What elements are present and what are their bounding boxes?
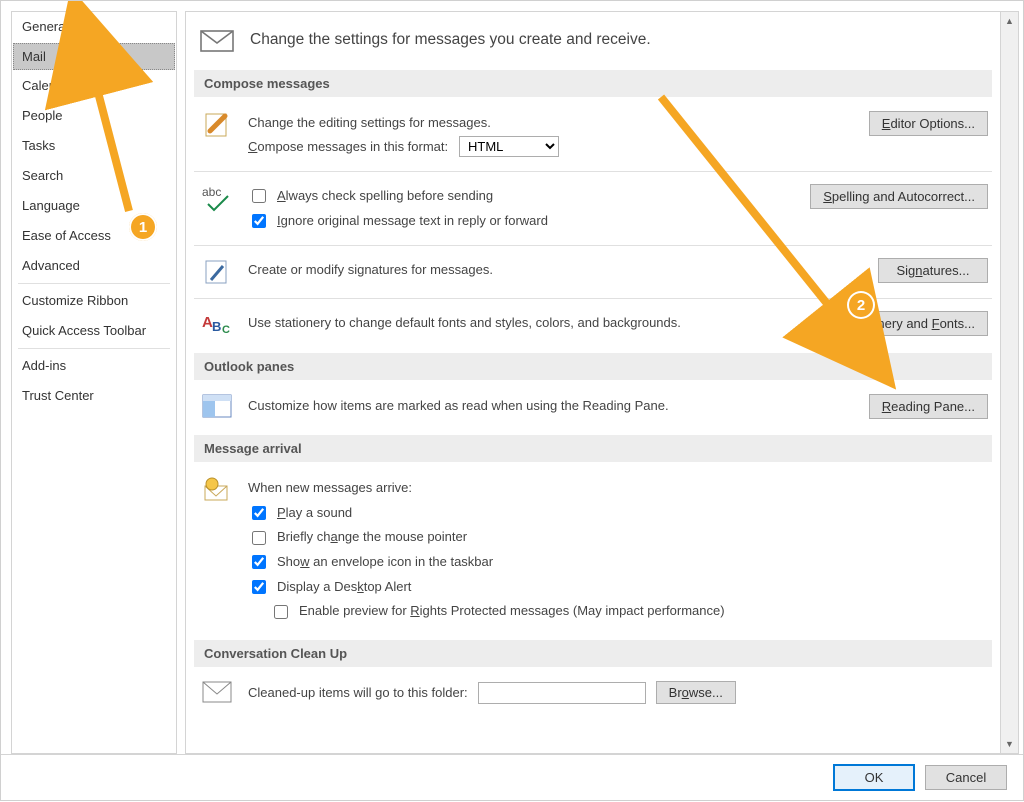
rights-preview-checkbox[interactable]: Enable preview for Rights Protected mess…: [248, 599, 992, 624]
edit-icon: [200, 111, 234, 139]
sidebar-item-add-ins[interactable]: Add-ins: [12, 351, 176, 381]
annotation-badge-2: 2: [847, 291, 875, 319]
content-wrap: Change the settings for messages you cre…: [185, 11, 1019, 754]
signature-icon: [200, 258, 234, 286]
sidebar-item-customize-ribbon[interactable]: Customize Ribbon: [12, 286, 176, 316]
sidebar-divider: [18, 283, 170, 284]
group-cleanup-body: Cleaned-up items will go to this folder:…: [186, 667, 1000, 709]
browse-button[interactable]: Browse...: [656, 681, 736, 704]
svg-text:abc: abc: [202, 185, 221, 199]
play-sound-checkbox[interactable]: Play a sound: [248, 501, 992, 526]
cancel-button[interactable]: Cancel: [925, 765, 1007, 790]
check-spelling-checkbox[interactable]: Always check spelling before sending: [248, 184, 796, 209]
sidebar-item-quick-access-toolbar[interactable]: Quick Access Toolbar: [12, 316, 176, 346]
editor-options-button[interactable]: Editor Options...: [869, 111, 988, 136]
group-arrival-body: When new messages arrive: Play a sound B…: [186, 462, 1000, 639]
scroll-up-arrow[interactable]: ▲: [1001, 12, 1018, 30]
group-compose-header: Compose messages: [194, 70, 992, 97]
group-panes-header: Outlook panes: [194, 353, 992, 380]
sidebar-item-people[interactable]: People: [12, 101, 176, 131]
row-editing-settings: Change the editing settings for messages…: [194, 107, 992, 163]
signatures-button[interactable]: Signatures...: [878, 258, 988, 283]
reading-pane-button[interactable]: Reading Pane...: [869, 394, 988, 419]
cleanup-folder-input[interactable]: [478, 682, 646, 704]
abc-check-icon: abc: [200, 184, 234, 212]
row-signatures: Create or modify signatures for messages…: [194, 245, 992, 290]
group-arrival-header: Message arrival: [194, 435, 992, 462]
fonts-abc-icon: ABC: [200, 311, 234, 337]
vertical-scrollbar[interactable]: ▲ ▼: [1001, 11, 1019, 754]
sidebar-item-mail[interactable]: Mail: [13, 43, 175, 70]
arrival-intro: When new messages arrive:: [248, 476, 992, 500]
category-sidebar: General Mail Calendar People Tasks Searc…: [11, 11, 177, 754]
envelope-outline-icon: [200, 681, 234, 703]
reading-pane-text: Customize how items are marked as read w…: [248, 398, 669, 413]
signatures-text: Create or modify signatures for messages…: [248, 262, 493, 277]
change-pointer-checkbox[interactable]: Briefly change the mouse pointer: [248, 525, 992, 550]
bell-envelope-icon: [200, 476, 234, 504]
sidebar-item-advanced[interactable]: Advanced: [12, 251, 176, 281]
pane-icon: [200, 394, 234, 418]
sidebar-item-calendar[interactable]: Calendar: [12, 71, 176, 101]
main-row: General Mail Calendar People Tasks Searc…: [1, 1, 1023, 754]
compose-format-label: Compose messages in this format:: [248, 139, 448, 154]
group-panes-body: Customize how items are marked as read w…: [186, 380, 1000, 435]
svg-text:C: C: [222, 324, 230, 336]
svg-text:B: B: [212, 319, 221, 334]
panel-header-text: Change the settings for messages you cre…: [250, 31, 651, 49]
group-cleanup-header: Conversation Clean Up: [194, 640, 992, 667]
row-cleanup: Cleaned-up items will go to this folder:…: [194, 677, 992, 709]
editing-settings-text: Change the editing settings for messages…: [248, 111, 855, 135]
mail-options-panel: Change the settings for messages you cre…: [185, 11, 1001, 754]
sidebar-item-trust-center[interactable]: Trust Center: [12, 381, 176, 411]
cleanup-text: Cleaned-up items will go to this folder:: [248, 681, 468, 705]
sidebar-item-search[interactable]: Search: [12, 161, 176, 191]
ok-button[interactable]: OK: [833, 764, 915, 791]
envelope-taskbar-checkbox[interactable]: Show an envelope icon in the taskbar: [248, 550, 992, 575]
panel-header: Change the settings for messages you cre…: [186, 12, 1000, 70]
spelling-autocorrect-button[interactable]: Spelling and Autocorrect...: [810, 184, 988, 209]
group-compose-body: Change the editing settings for messages…: [186, 97, 1000, 353]
row-reading-pane: Customize how items are marked as read w…: [194, 390, 992, 423]
sidebar-item-tasks[interactable]: Tasks: [12, 131, 176, 161]
row-spelling: abc Always check spelling before sending…: [194, 171, 992, 237]
dialog-footer: OK Cancel: [1, 754, 1023, 800]
compose-format-select[interactable]: HTML: [459, 136, 559, 157]
sidebar-divider: [18, 348, 170, 349]
desktop-alert-checkbox[interactable]: Display a Desktop Alert: [248, 575, 992, 600]
scroll-down-arrow[interactable]: ▼: [1001, 735, 1018, 753]
envelope-icon: [200, 28, 234, 52]
row-arrival: When new messages arrive: Play a sound B…: [194, 472, 992, 627]
stationery-text: Use stationery to change default fonts a…: [248, 315, 681, 330]
options-dialog: General Mail Calendar People Tasks Searc…: [1, 1, 1023, 800]
annotation-badge-1: 1: [129, 213, 157, 241]
ignore-original-checkbox[interactable]: Ignore original message text in reply or…: [248, 209, 796, 234]
sidebar-item-general[interactable]: General: [12, 12, 176, 42]
